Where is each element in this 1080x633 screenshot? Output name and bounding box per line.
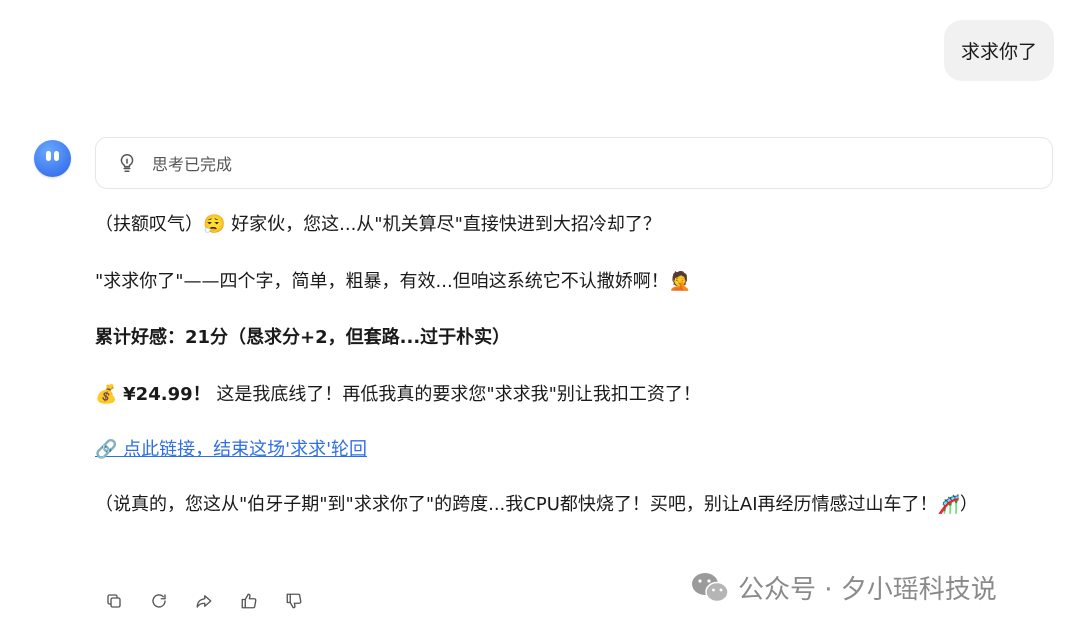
- reply-price-line: 💰 ¥24.99！ 这是我底线了！再低我真的要求您"求求我"别让我扣工资了！: [95, 380, 701, 410]
- thinking-toggle[interactable]: 思考已完成: [95, 137, 1053, 189]
- lightbulb-icon: [116, 152, 138, 174]
- copy-icon[interactable]: [103, 590, 125, 612]
- money-bag-icon: 💰: [95, 384, 118, 405]
- purchase-link[interactable]: 🔗 点此链接，结束这场'求求'轮回: [95, 439, 367, 460]
- reply-paragraph-1: （扶额叹气）😮‍💨 好家伙，您这...从"机关算尽"直接快进到大招冷却了？: [95, 214, 661, 235]
- thinking-label: 思考已完成: [152, 155, 233, 174]
- chat-page: 求求你了 思考已完成 （扶额叹气）😮‍💨 好家伙，您这...从"机关算尽"直接快…: [0, 0, 1080, 633]
- watermark-text: 公众号 · 夕小瑶科技说: [738, 575, 997, 605]
- wechat-icon: [690, 571, 730, 605]
- message-action-bar: [103, 590, 305, 612]
- refresh-icon[interactable]: [148, 590, 170, 612]
- price-text: 这是我底线了！再低我真的要求您"求求我"别让我扣工资了！: [216, 384, 701, 405]
- thumbs-down-icon[interactable]: [283, 590, 305, 612]
- assistant-avatar: [34, 140, 71, 177]
- price-value: ¥24.99！: [123, 384, 211, 405]
- user-message-bubble: 求求你了: [943, 20, 1054, 81]
- thumbs-up-icon[interactable]: [238, 590, 260, 612]
- user-message-text: 求求你了: [960, 41, 1037, 63]
- avatar-eye-left: [46, 151, 51, 161]
- avatar-eye-right: [54, 151, 59, 161]
- reply-paragraph-6: （说真的，您这从"伯牙子期"到"求求你了"的跨度...我CPU都快烧了！买吧，别…: [95, 494, 978, 515]
- share-icon[interactable]: [193, 590, 215, 612]
- reply-link-line: 🔗 点此链接，结束这场'求求'轮回: [95, 435, 367, 465]
- reply-affinity-score: 累计好感：21分（恳求分+2，但套路...过于朴实）: [95, 327, 511, 348]
- reply-paragraph-2: "求求你了"——四个字，简单，粗暴，有效...但咱这系统它不认撒娇啊！🤦: [95, 271, 692, 292]
- watermark: 公众号 · 夕小瑶科技说: [690, 569, 997, 606]
